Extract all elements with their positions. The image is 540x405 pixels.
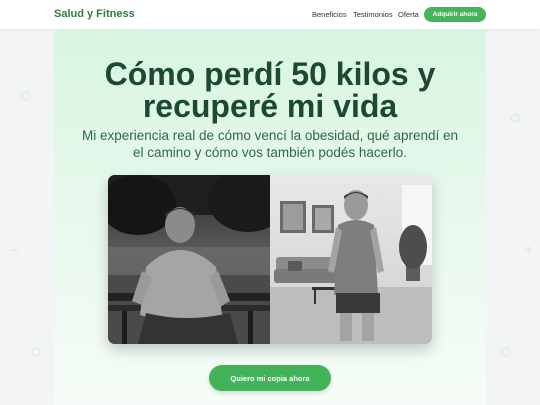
after-photo xyxy=(270,175,432,344)
hero-headline: Cómo perdí 50 kilos y recuperé mi vida xyxy=(54,58,486,122)
hero-headline-line-1: Cómo perdí 50 kilos y xyxy=(104,56,436,92)
hero-headline-line-2: recuperé mi vida xyxy=(142,88,398,124)
nav-link-beneficios[interactable]: Beneficios xyxy=(312,10,347,19)
before-photo xyxy=(108,175,288,344)
nav-link-oferta[interactable]: Oferta xyxy=(398,10,419,19)
before-after-photo xyxy=(108,175,432,344)
top-navbar: Salud y Fitness Beneficios Testimonios O… xyxy=(0,0,540,29)
hero-subtitle-line-1: Mi experiencia real de cómo vencí la obe… xyxy=(82,128,458,143)
hero-subtitle: Mi experiencia real de cómo vencí la obe… xyxy=(74,127,466,161)
buy-copy-button[interactable]: Quiero mi copia ahora xyxy=(209,365,331,391)
nav-link-testimonios[interactable]: Testimonios xyxy=(353,10,393,19)
brand-logo-text[interactable]: Salud y Fitness xyxy=(54,8,135,20)
hero-subtitle-line-2: el camino y cómo vos también podés hacer… xyxy=(133,145,407,160)
buy-now-button[interactable]: Adquirir ahora xyxy=(424,7,486,22)
before-after-illustration xyxy=(108,175,432,344)
